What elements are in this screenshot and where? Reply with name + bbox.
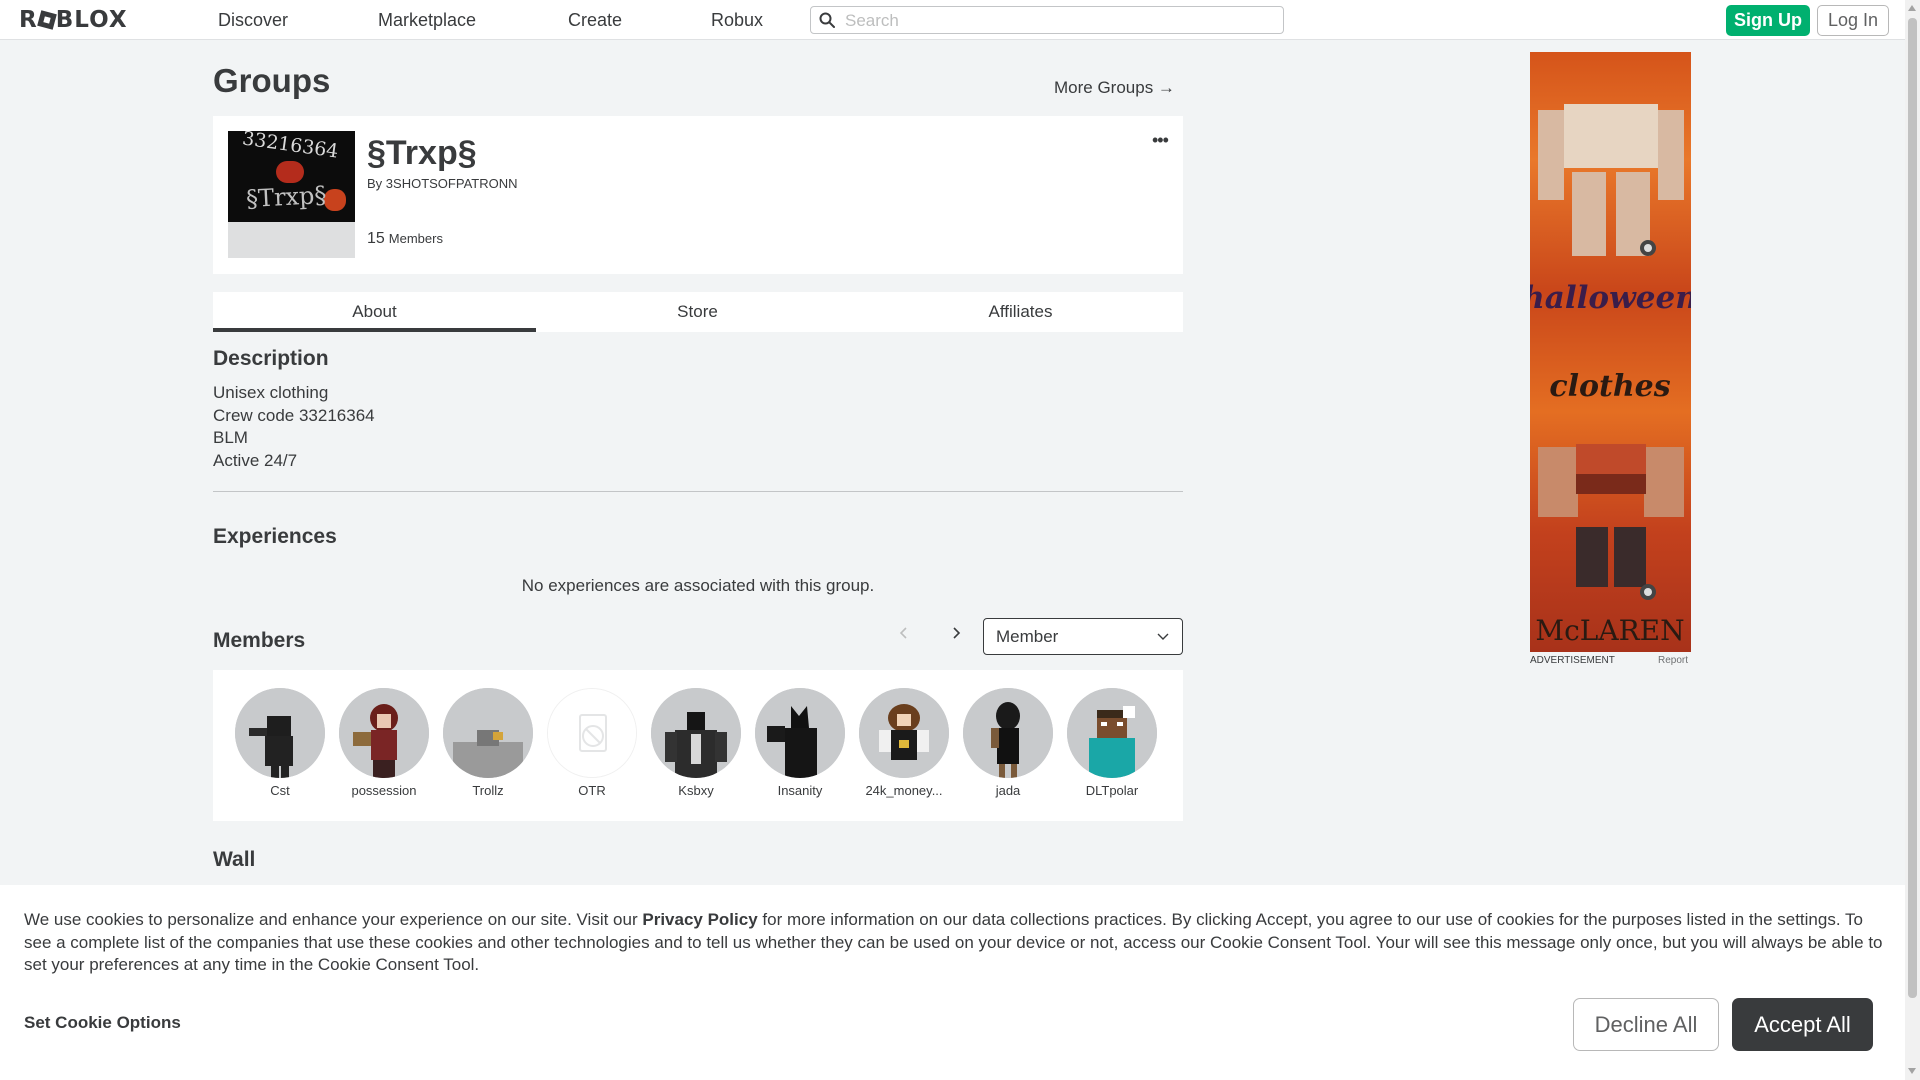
avatar[interactable] — [859, 688, 949, 778]
scroll-thumb[interactable] — [1908, 18, 1917, 998]
advertisement-banner[interactable]: halloween clothes McLAREN — [1530, 52, 1691, 652]
avatar[interactable] — [235, 688, 325, 778]
group-emblem: 33216364 §Trxp§ — [228, 131, 355, 258]
page-scrollbar[interactable] — [1905, 0, 1920, 1080]
member-item[interactable]: Cst — [223, 688, 325, 798]
nav-discover[interactable]: Discover — [218, 10, 288, 30]
emblem-name-text: §Trxp§ — [245, 180, 328, 214]
accept-all-button[interactable]: Accept All — [1732, 998, 1873, 1051]
emblem-red-mark — [276, 161, 304, 183]
avatar[interactable] — [651, 688, 741, 778]
owner-link[interactable]: 3SHOTSOFPATRONN — [386, 176, 518, 191]
tab-about[interactable]: About — [213, 292, 536, 332]
tab-affiliates[interactable]: Affiliates — [859, 292, 1182, 332]
member-item[interactable]: jada — [951, 688, 1053, 798]
experiences-title: Experiences — [213, 525, 337, 548]
avatar[interactable] — [1067, 688, 1157, 778]
group-emblem-image: 33216364 §Trxp§ — [228, 131, 355, 222]
chevron-down-icon — [1157, 633, 1169, 640]
ad-halloween-text: halloween — [1530, 280, 1691, 316]
member-count-value: 15 — [367, 230, 385, 247]
members-list: Cst possession Trollz OTR Ksbxy Insanity… — [213, 670, 1183, 821]
avatar[interactable] — [339, 688, 429, 778]
group-owner: By 3SHOTSOFPATRONN — [367, 176, 518, 191]
decline-all-button[interactable]: Decline All — [1573, 998, 1719, 1051]
group-header-card: 33216364 §Trxp§ §Trxp§ By 3SHOTSOFPATRON… — [213, 116, 1183, 274]
member-item[interactable]: OTR — [535, 688, 637, 798]
sign-up-button[interactable]: Sign Up — [1726, 5, 1810, 36]
advertisement-label: ADVERTISEMENT — [1530, 655, 1615, 666]
ad-mclaren-text: McLAREN — [1535, 614, 1684, 647]
avatar[interactable] — [963, 688, 1053, 778]
cookie-consent-banner: We use cookies to personalize and enhanc… — [0, 885, 1905, 1080]
description-line: Active 24/7 — [213, 450, 298, 470]
role-dropdown-value: Member — [996, 627, 1059, 646]
scroll-up-arrow-icon[interactable] — [1908, 5, 1916, 11]
group-member-count: 15 Members — [367, 230, 443, 248]
member-count-label: Members — [388, 231, 443, 246]
group-name: §Trxp§ — [367, 134, 477, 172]
member-item[interactable]: possession — [327, 688, 429, 798]
ad-clothes-text: clothes — [1549, 369, 1670, 404]
nav-robux[interactable]: Robux — [711, 10, 763, 30]
member-name[interactable]: DLTpolar — [1050, 783, 1174, 798]
member-item[interactable]: Insanity — [743, 688, 845, 798]
description-body: Unisex clothing Crew code 33216364 BLM A… — [213, 382, 375, 472]
cookie-text-pre: We use cookies to personalize and enhanc… — [24, 910, 643, 929]
member-item[interactable]: 24k_money... — [847, 688, 949, 798]
chevron-left-icon[interactable] — [897, 626, 911, 640]
roblox-logo[interactable]: R BLOX — [19, 9, 128, 32]
emblem-red-mark — [324, 189, 346, 211]
search-icon — [819, 12, 835, 28]
description-line: Crew code 33216364 — [213, 405, 375, 425]
log-in-button[interactable]: Log In — [1817, 5, 1889, 36]
more-options-icon[interactable]: ••• — [1152, 131, 1169, 149]
set-cookie-options-link[interactable]: Set Cookie Options — [24, 1013, 181, 1033]
avatar-unavailable-icon[interactable] — [547, 688, 637, 778]
cookie-message: We use cookies to personalize and enhanc… — [24, 909, 1884, 977]
avatar[interactable] — [755, 688, 845, 778]
search-input[interactable] — [843, 10, 1267, 32]
member-item[interactable]: Trollz — [431, 688, 533, 798]
description-line: BLM — [213, 428, 248, 447]
nav-create[interactable]: Create — [568, 10, 622, 30]
no-experiences-message: No experiences are associated with this … — [521, 576, 875, 595]
members-title: Members — [213, 629, 306, 652]
privacy-policy-link[interactable]: Privacy Policy — [642, 910, 757, 929]
more-groups-link[interactable]: More Groups → — [1054, 78, 1175, 98]
wall-title: Wall — [213, 848, 256, 871]
description-line: Unisex clothing — [213, 383, 329, 402]
emblem-code-text: 33216364 — [240, 131, 340, 163]
tab-store[interactable]: Store — [536, 292, 859, 332]
group-tabs: About Store Affiliates — [213, 292, 1183, 332]
page-title: Groups — [213, 62, 331, 99]
search-box[interactable] — [810, 6, 1284, 34]
chevron-right-icon[interactable] — [949, 626, 963, 640]
member-item[interactable]: Ksbxy — [639, 688, 741, 798]
nav-marketplace[interactable]: Marketplace — [378, 10, 476, 30]
avatar[interactable] — [443, 688, 533, 778]
member-item[interactable]: DLTpolar — [1055, 688, 1157, 798]
role-dropdown[interactable]: Member — [983, 618, 1183, 655]
top-navigation: R BLOX Discover Marketplace Create Robux … — [0, 0, 1905, 40]
owner-prefix: By — [367, 176, 383, 191]
report-ad-link[interactable]: Report — [1658, 655, 1688, 666]
section-divider — [213, 491, 1183, 492]
description-title: Description — [213, 347, 329, 370]
scroll-down-arrow-icon[interactable] — [1908, 1068, 1916, 1074]
